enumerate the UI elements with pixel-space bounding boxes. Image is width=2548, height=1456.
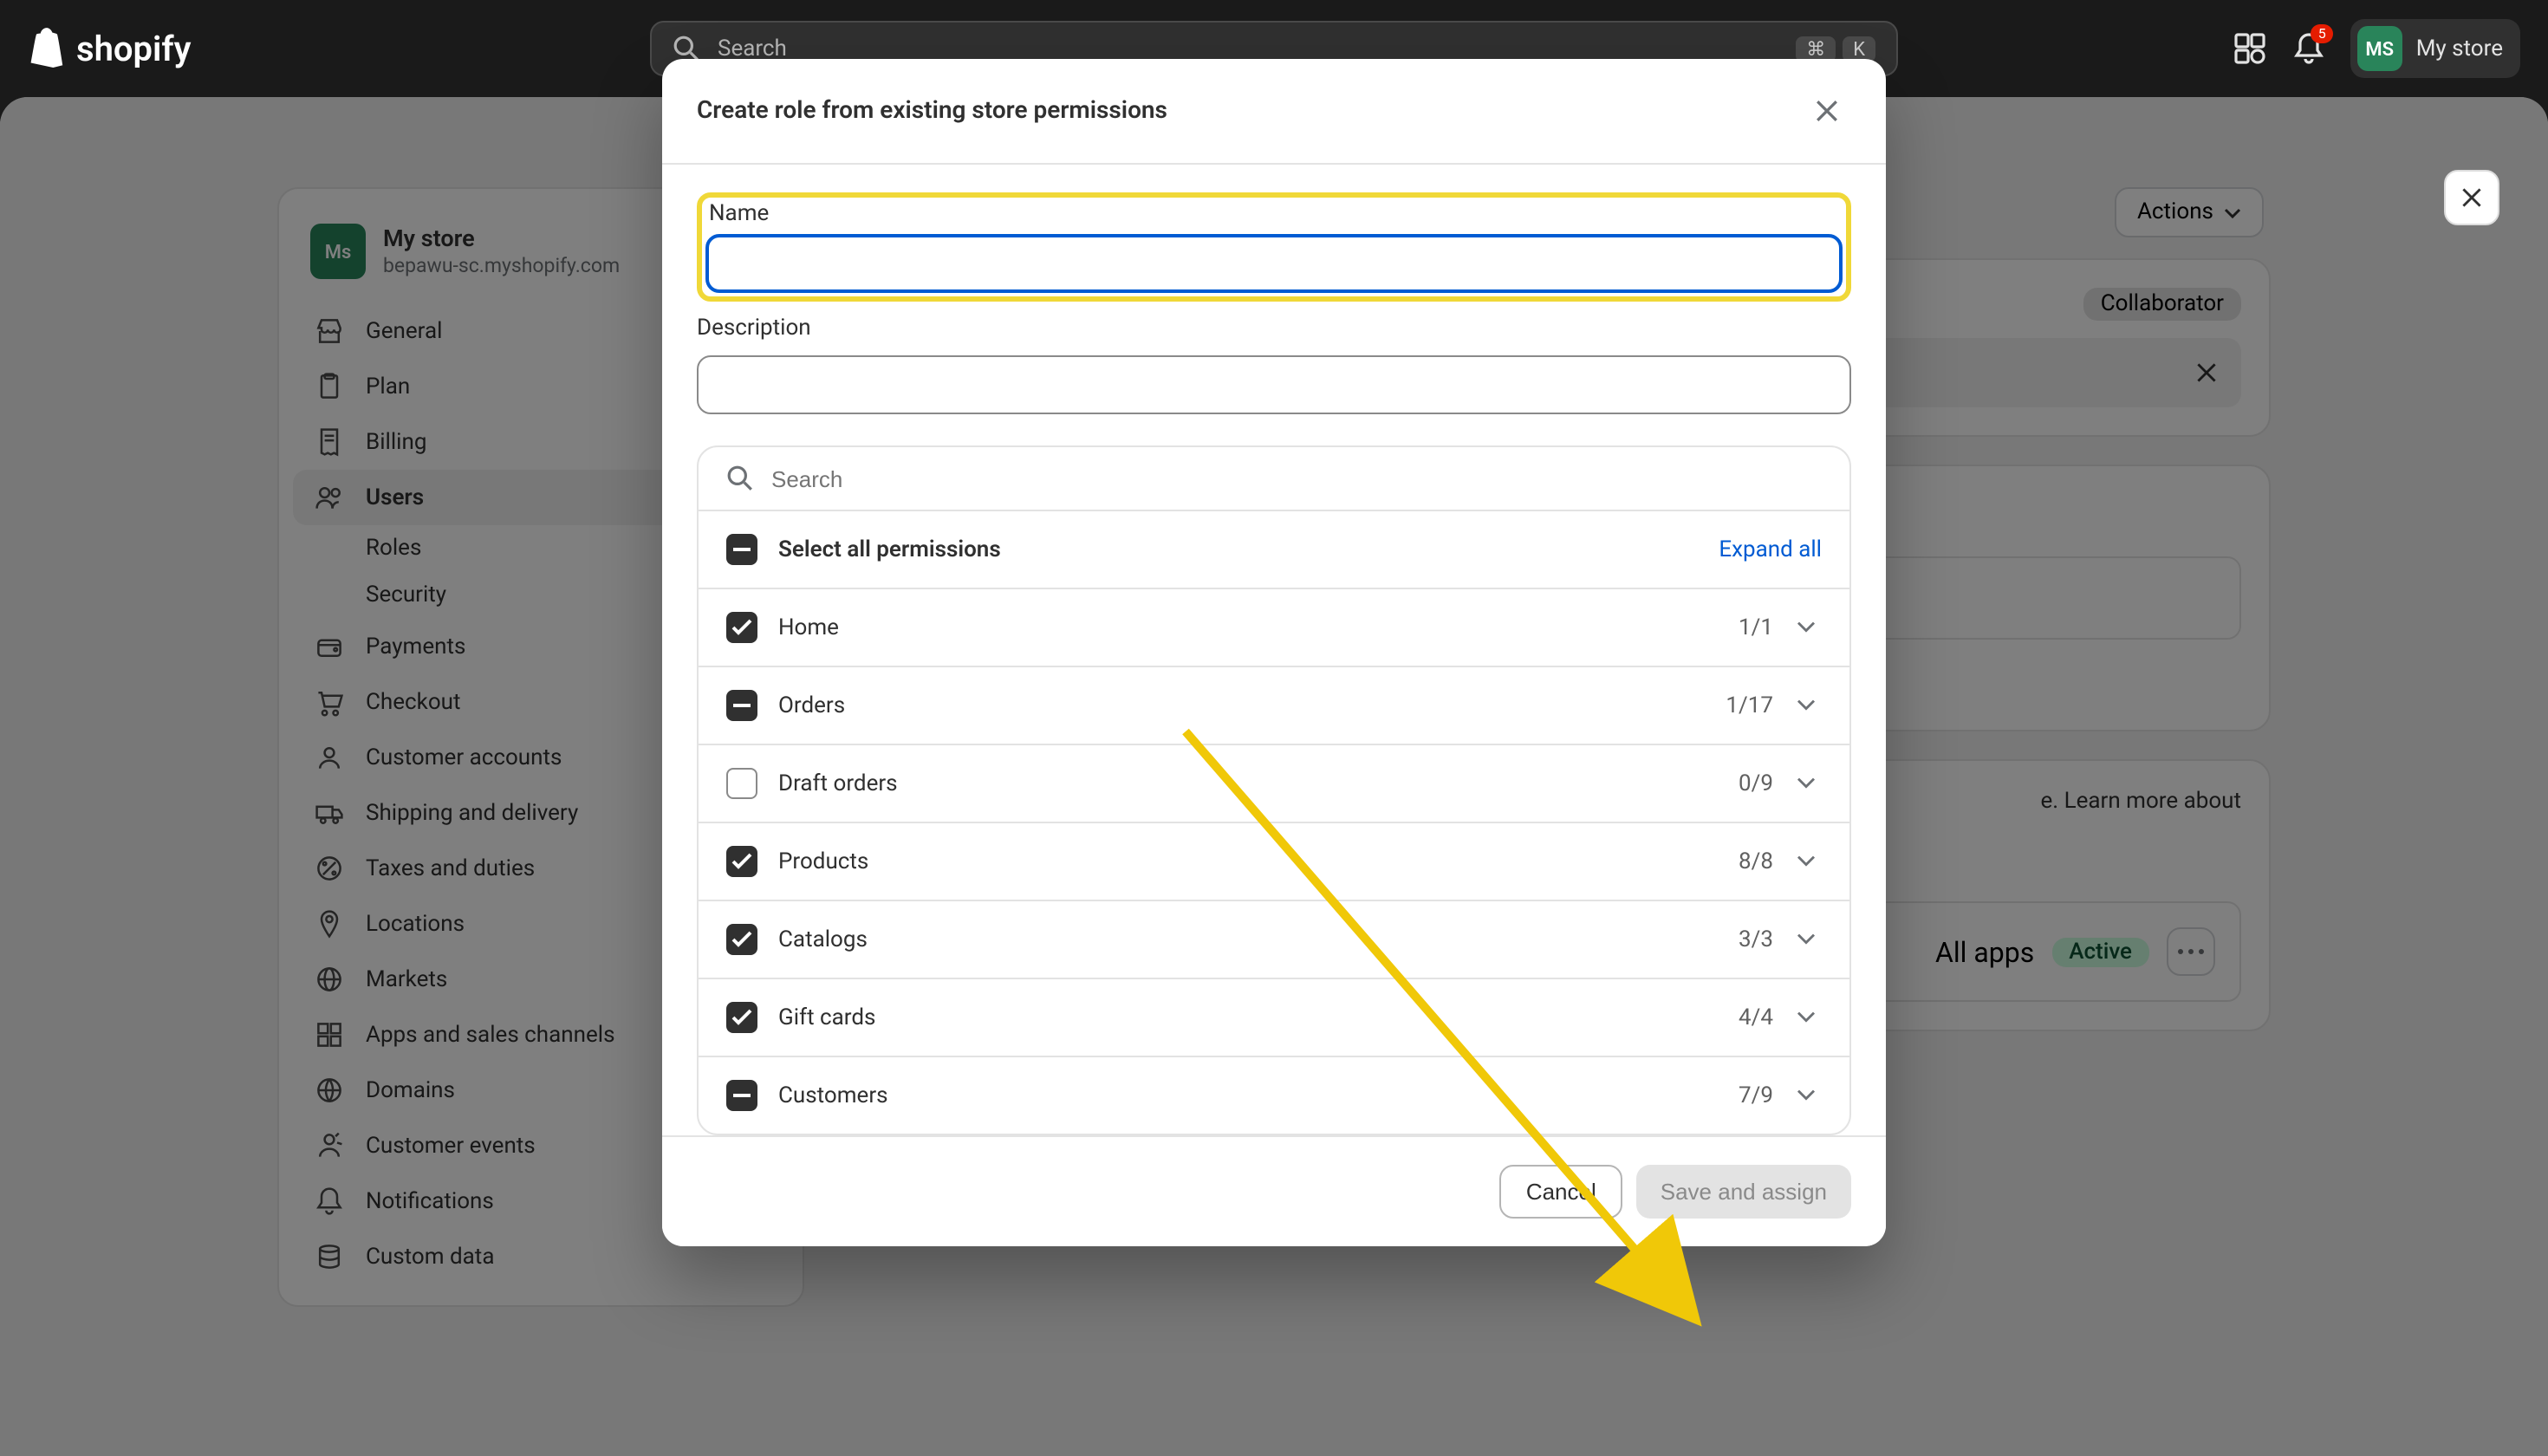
description-label: Description [697,315,1851,341]
modal-title: Create role from existing store permissi… [697,97,1167,125]
description-input[interactable] [697,355,1851,414]
minus-icon [733,1094,751,1097]
modal-overlay: Create role from existing store permissi… [0,0,2548,1456]
expand-all-link[interactable]: Expand all [1719,536,1822,562]
select-all-checkbox[interactable] [726,534,757,565]
permission-checkbox[interactable] [726,924,757,955]
permission-group-label: Catalogs [778,926,1739,952]
permissions-search-input[interactable] [771,465,1822,491]
permission-group-home: Home 1/1 [699,588,1849,666]
permission-count: 3/3 [1739,926,1773,952]
modal-close-button[interactable] [1803,87,1851,135]
permission-group-products: Products 8/8 [699,822,1849,900]
permission-group-label: Draft orders [778,770,1739,796]
check-icon [731,1009,752,1026]
permission-group-label: Products [778,848,1739,874]
check-icon [731,619,752,636]
permission-group-label: Gift cards [778,1004,1739,1030]
create-role-modal: Create role from existing store permissi… [662,59,1886,1246]
chevron-down-icon[interactable] [1791,846,1822,877]
permission-checkbox[interactable] [726,768,757,799]
permissions-search[interactable] [699,447,1849,510]
chevron-down-icon[interactable] [1791,690,1822,721]
chevron-down-icon[interactable] [1791,768,1822,799]
permission-group-label: Customers [778,1082,1739,1108]
cancel-button[interactable]: Cancel [1500,1165,1622,1219]
permissions-panel: Select all permissions Expand all Home 1… [697,445,1851,1135]
permission-group-orders: Orders 1/17 [699,666,1849,744]
permission-count: 8/8 [1739,848,1773,874]
permission-checkbox[interactable] [726,1080,757,1111]
permission-group-gift-cards: Gift cards 4/4 [699,978,1849,1056]
minus-icon [733,548,751,551]
permission-group-catalogs: Catalogs 3/3 [699,900,1849,978]
close-icon [1811,95,1843,127]
permission-group-label: Home [778,614,1739,640]
permission-count: 1/17 [1726,692,1773,718]
permission-group-draft-orders: Draft orders 0/9 [699,744,1849,822]
chevron-down-icon[interactable] [1791,924,1822,955]
chevron-down-icon[interactable] [1791,1002,1822,1033]
check-icon [731,853,752,870]
permission-checkbox[interactable] [726,846,757,877]
select-all-label: Select all permissions [778,536,1719,562]
check-icon [731,931,752,948]
permission-checkbox[interactable] [726,690,757,721]
permission-count: 0/9 [1739,770,1773,796]
chevron-down-icon[interactable] [1791,1080,1822,1111]
permission-count: 1/1 [1739,614,1773,640]
permission-count: 7/9 [1739,1082,1773,1108]
name-input[interactable] [705,234,1843,293]
search-icon [726,465,754,492]
name-label: Name [705,201,1843,227]
chevron-down-icon[interactable] [1791,612,1822,643]
permission-count: 4/4 [1739,1004,1773,1030]
select-all-row: Select all permissions Expand all [699,510,1849,588]
save-button[interactable]: Save and assign [1636,1165,1851,1219]
permission-checkbox[interactable] [726,1002,757,1033]
permission-checkbox[interactable] [726,612,757,643]
minus-icon [733,704,751,707]
permission-group-label: Orders [778,692,1726,718]
permission-group-customers: Customers 7/9 [699,1056,1849,1134]
